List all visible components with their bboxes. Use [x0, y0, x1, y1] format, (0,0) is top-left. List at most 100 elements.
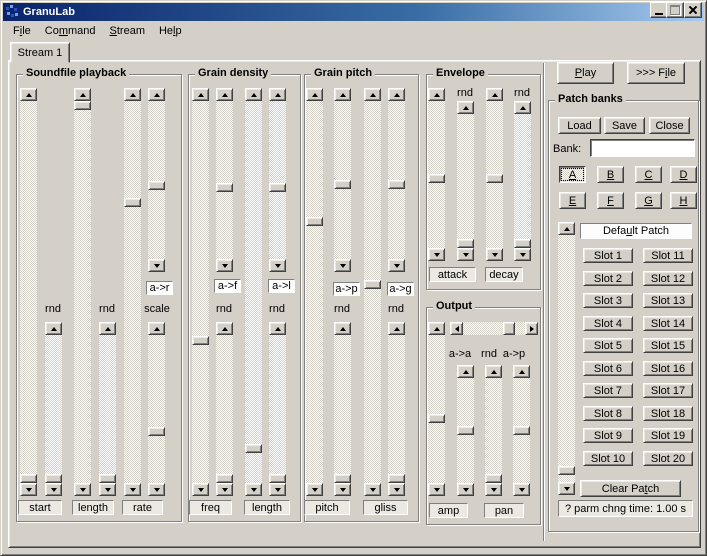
scroll-up-button[interactable] — [457, 101, 474, 114]
scroll-up-button[interactable] — [269, 88, 286, 101]
scroll-thumb[interactable] — [192, 336, 209, 345]
scroll-track[interactable] — [428, 335, 445, 483]
scroll-up-button[interactable] — [334, 322, 351, 335]
scroll-up-button[interactable] — [558, 222, 575, 235]
scroll-thumb[interactable] — [503, 322, 515, 335]
slider-freq-main[interactable] — [192, 88, 209, 496]
scroll-up-button[interactable] — [216, 88, 233, 101]
bank-button-c[interactable]: C — [635, 166, 662, 183]
scroll-up-button[interactable] — [124, 88, 141, 101]
bank-button-a[interactable]: A — [559, 166, 586, 183]
close-bank-button[interactable]: Close — [649, 117, 690, 134]
slider-amp-to-rate[interactable] — [148, 88, 165, 272]
scroll-up-button[interactable] — [216, 322, 233, 335]
scroll-up-button[interactable] — [306, 88, 323, 101]
scroll-thumb[interactable] — [388, 180, 405, 189]
scroll-left-button[interactable] — [450, 322, 463, 335]
scroll-down-button[interactable] — [558, 482, 575, 495]
scroll-thumb[interactable] — [148, 427, 165, 436]
scroll-down-button[interactable] — [45, 483, 62, 496]
scroll-thumb[interactable] — [513, 426, 530, 435]
scroll-track[interactable] — [269, 101, 286, 259]
scroll-thumb[interactable] — [306, 217, 323, 226]
scroll-up-button[interactable] — [148, 88, 165, 101]
scroll-thumb[interactable] — [388, 474, 405, 483]
slider-rate-main[interactable] — [124, 88, 141, 496]
scroll-track[interactable] — [485, 378, 502, 483]
scroll-thumb[interactable] — [148, 181, 165, 190]
scroll-track[interactable] — [388, 335, 405, 483]
slot-button-20[interactable]: Slot 20 — [643, 451, 693, 466]
slot-button-14[interactable]: Slot 14 — [643, 316, 693, 331]
scroll-thumb[interactable] — [99, 474, 116, 483]
scroll-up-button[interactable] — [486, 88, 503, 101]
scroll-down-button[interactable] — [306, 483, 323, 496]
slider-attack-main[interactable] — [428, 88, 445, 261]
scroll-track[interactable] — [192, 101, 209, 483]
menu-item-file[interactable]: File — [6, 23, 38, 39]
slider-amp-to-gliss[interactable] — [388, 88, 405, 272]
slot-button-19[interactable]: Slot 19 — [643, 428, 693, 443]
scroll-track[interactable] — [306, 101, 323, 483]
scroll-up-button[interactable] — [334, 88, 351, 101]
bank-button-b[interactable]: B — [597, 166, 624, 183]
bank-button-h[interactable]: H — [670, 192, 697, 209]
scroll-down-button[interactable] — [148, 259, 165, 272]
scroll-thumb[interactable] — [124, 198, 141, 207]
scroll-down-button[interactable] — [124, 483, 141, 496]
scroll-down-button[interactable] — [269, 483, 286, 496]
slider-grainlen-main[interactable] — [245, 88, 262, 496]
scroll-track[interactable] — [148, 101, 165, 259]
slider-amp-to-amp[interactable] — [457, 365, 474, 496]
menu-item-help[interactable]: Help — [152, 23, 189, 39]
scroll-down-button[interactable] — [513, 483, 530, 496]
slider-pitch-rnd[interactable] — [334, 322, 351, 496]
scroll-thumb[interactable] — [216, 183, 233, 192]
slider-pan-rnd[interactable] — [485, 365, 502, 496]
scroll-down-button[interactable] — [74, 483, 91, 496]
scroll-thumb[interactable] — [457, 239, 474, 248]
bank-button-f[interactable]: F — [597, 192, 624, 209]
slot-button-7[interactable]: Slot 7 — [583, 383, 633, 398]
scroll-down-button[interactable] — [99, 483, 116, 496]
scroll-down-button[interactable] — [216, 483, 233, 496]
scroll-track[interactable] — [558, 235, 575, 482]
scroll-up-button[interactable] — [428, 322, 445, 335]
scroll-up-button[interactable] — [148, 322, 165, 335]
slider-length-main[interactable] — [74, 88, 91, 496]
slot-button-6[interactable]: Slot 6 — [583, 361, 633, 376]
scroll-down-button[interactable] — [148, 483, 165, 496]
slot-button-5[interactable]: Slot 5 — [583, 338, 633, 353]
scroll-track[interactable] — [74, 101, 91, 483]
scroll-down-button[interactable] — [428, 483, 445, 496]
slot-button-11[interactable]: Slot 11 — [643, 248, 693, 263]
scroll-up-button[interactable] — [99, 322, 116, 335]
clear-patch-button[interactable]: Clear Patch — [580, 480, 681, 497]
load-button[interactable]: Load — [558, 117, 601, 134]
scroll-down-button[interactable] — [364, 483, 381, 496]
scroll-up-button[interactable] — [388, 322, 405, 335]
scroll-thumb[interactable] — [428, 174, 445, 183]
slider-start-rnd[interactable] — [45, 322, 62, 496]
bank-name-input[interactable] — [590, 139, 695, 157]
scroll-track[interactable] — [364, 101, 381, 483]
patch-list-scrollbar[interactable] — [558, 222, 575, 495]
slider-decay-rnd[interactable] — [514, 101, 531, 261]
scroll-down-button[interactable] — [514, 248, 531, 261]
scroll-thumb[interactable] — [20, 474, 37, 483]
scroll-thumb[interactable] — [269, 474, 286, 483]
slot-button-13[interactable]: Slot 13 — [643, 293, 693, 308]
scroll-up-button[interactable] — [485, 365, 502, 378]
slot-button-18[interactable]: Slot 18 — [643, 406, 693, 421]
scroll-down-button[interactable] — [334, 483, 351, 496]
slot-button-8[interactable]: Slot 8 — [583, 406, 633, 421]
scroll-up-button[interactable] — [514, 101, 531, 114]
scroll-thumb[interactable] — [486, 174, 503, 183]
scroll-up-button[interactable] — [74, 88, 91, 101]
scroll-up-button[interactable] — [457, 365, 474, 378]
scroll-track[interactable] — [245, 101, 262, 483]
scroll-up-button[interactable] — [388, 88, 405, 101]
scroll-thumb[interactable] — [216, 474, 233, 483]
bank-button-d[interactable]: D — [670, 166, 697, 183]
scroll-up-button[interactable] — [20, 88, 37, 101]
